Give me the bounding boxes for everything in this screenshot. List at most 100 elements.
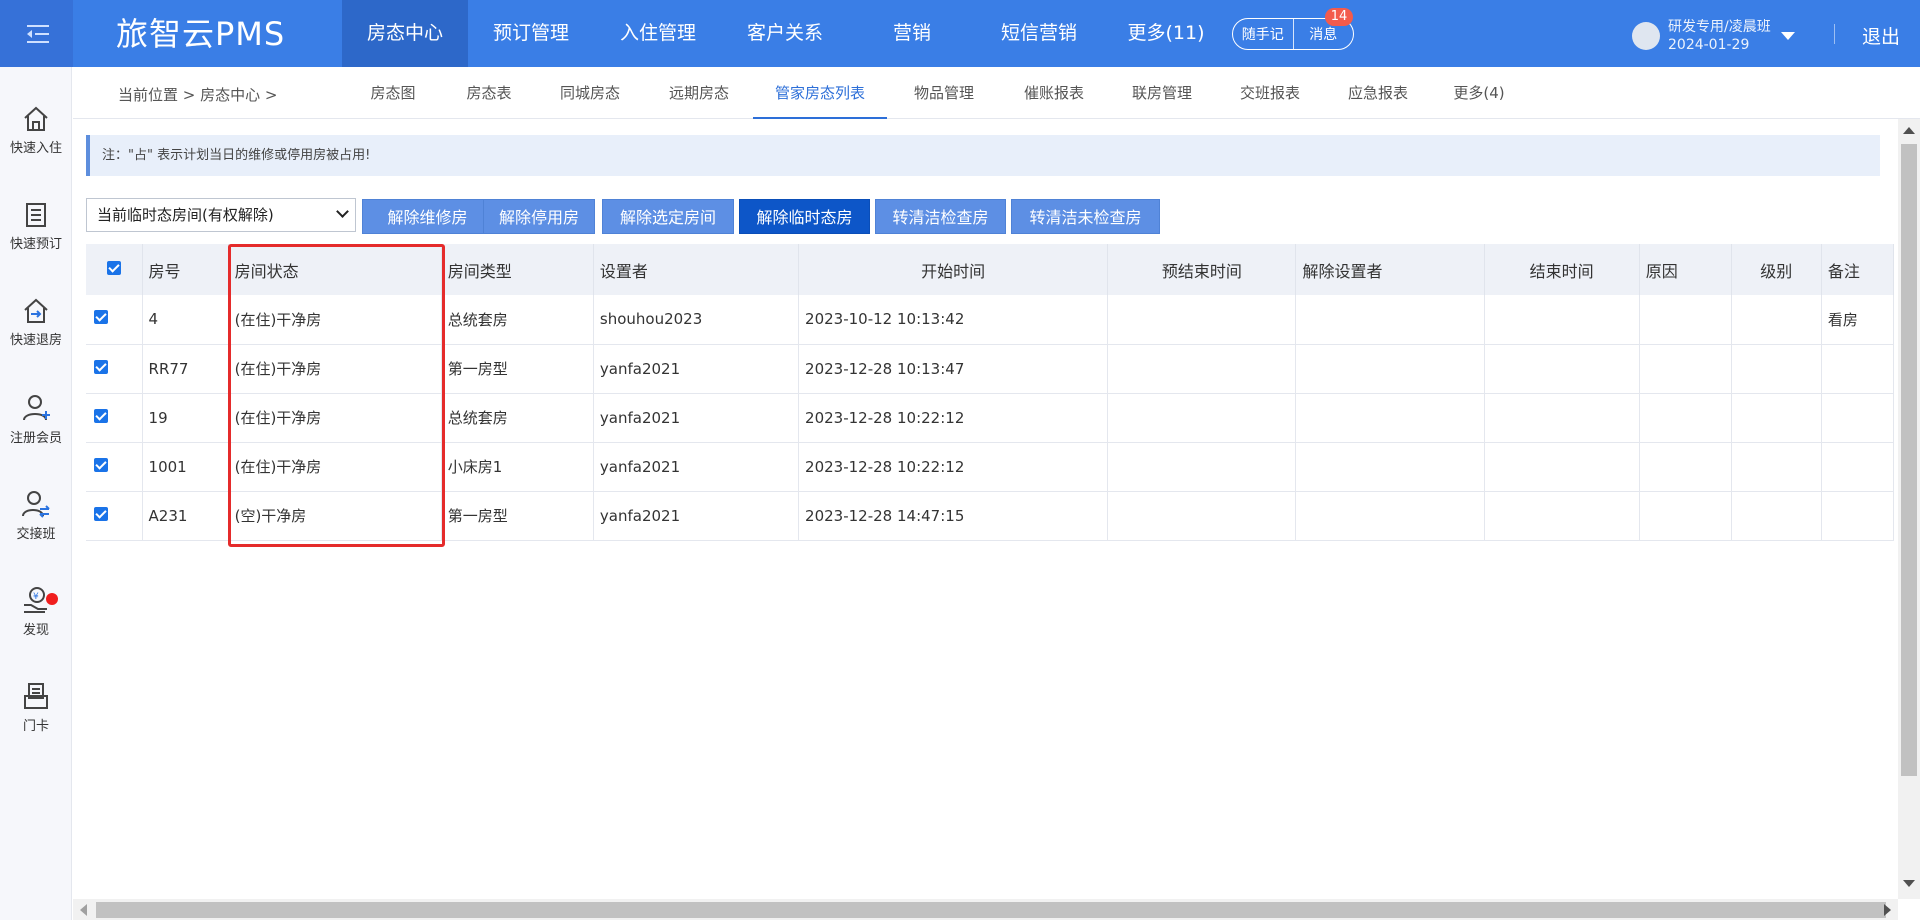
tab-emergency-report[interactable]: 应急报表	[1323, 67, 1433, 119]
notification-dot	[46, 593, 58, 605]
tab-room-map[interactable]: 房态图	[343, 67, 443, 119]
select-all-checkbox[interactable]	[106, 261, 121, 275]
row-checkbox[interactable]	[94, 457, 108, 472]
column-setter[interactable]: 设置者	[593, 244, 800, 295]
setter-cell: yanfa2021	[593, 393, 800, 443]
scroll-left-arrow-icon[interactable]	[80, 904, 87, 916]
tab-more[interactable]: 更多(4)	[1433, 67, 1525, 119]
user-swap-icon	[22, 491, 50, 518]
topbar-divider	[1834, 24, 1835, 44]
releaser-cell	[1295, 344, 1485, 394]
tab-item-management[interactable]: 物品管理	[887, 67, 1001, 119]
sidebar-item-label: 快速入住	[9, 141, 62, 156]
user-add-icon	[23, 395, 50, 421]
sidebar-item-door-card[interactable]: 门卡	[0, 681, 72, 761]
column-room-type[interactable]: 房间类型	[441, 244, 594, 295]
room-type-cell: 第一房型	[441, 491, 594, 541]
release-selected-rooms-button[interactable]: 解除选定房间	[602, 199, 734, 234]
vertical-scroll-thumb[interactable]	[1901, 144, 1917, 776]
sidebar-item-label: 交接班	[16, 527, 56, 542]
table-row[interactable]: RR77 (在住)干净房 第一房型 yanfa2021 2023-12-28 1…	[86, 344, 1895, 394]
release-maintenance-button[interactable]: 解除维修房	[362, 199, 493, 234]
svg-text:¥: ¥	[33, 592, 39, 602]
tab-shift-report[interactable]: 交班报表	[1217, 67, 1323, 119]
scroll-up-arrow-icon[interactable]	[1903, 127, 1915, 134]
logout-button[interactable]: 退出	[1862, 22, 1900, 49]
sidebar-item-label: 注册会员	[9, 431, 62, 446]
planned-end-time-cell	[1107, 344, 1297, 394]
to-clean-uninspected-button[interactable]: 转清洁未检查房	[1011, 199, 1160, 234]
top-bar: 旅智云PMS 房态中心 预订管理 入住管理 客户关系 营销 短信营销 更多(11…	[0, 0, 1920, 67]
nav-checkin[interactable]: 入住管理	[594, 0, 722, 67]
table-row[interactable]: A231 (空)干净房 第一房型 yanfa2021 2023-12-28 14…	[86, 491, 1895, 541]
release-temporary-rooms-button[interactable]: 解除临时态房	[739, 199, 870, 234]
release-disabled-button[interactable]: 解除停用房	[483, 199, 595, 234]
end-time-cell	[1484, 295, 1640, 345]
home-icon	[24, 106, 48, 131]
tab-linked-rooms[interactable]: 联房管理	[1107, 67, 1217, 119]
column-note[interactable]: 备注	[1821, 244, 1895, 295]
row-checkbox[interactable]	[94, 310, 108, 325]
column-end-time[interactable]: 结束时间	[1484, 244, 1640, 295]
menu-toggle-button[interactable]	[0, 0, 73, 67]
nav-crm[interactable]: 客户关系	[722, 0, 848, 67]
horizontal-scroll-thumb[interactable]	[96, 902, 1886, 918]
column-room-number[interactable]: 房号	[142, 244, 229, 295]
column-level[interactable]: 级别	[1731, 244, 1822, 295]
table-header-row: 房号 房间状态 房间类型 设置者 开始时间 预结束时间 解除设置者 结束时间 原…	[86, 244, 1895, 295]
room-status-table: 房号 房间状态 房间类型 设置者 开始时间 预结束时间 解除设置者 结束时间 原…	[86, 244, 1895, 541]
nav-marketing[interactable]: 营销	[848, 0, 976, 67]
sidebar-item-label: 门卡	[22, 719, 49, 734]
sidebar-item-shift-handover[interactable]: 交接班	[0, 489, 72, 569]
column-planned-end-time[interactable]: 预结束时间	[1107, 244, 1297, 295]
to-clean-inspected-button[interactable]: 转清洁检查房	[875, 199, 1006, 234]
releaser-cell	[1295, 295, 1485, 345]
room-filter-select[interactable]: 当前临时态房间(有权解除)	[86, 198, 356, 232]
tab-city-room-status[interactable]: 同城房态	[535, 67, 645, 119]
scroll-right-arrow-icon[interactable]	[1884, 904, 1891, 916]
row-checkbox-cell	[86, 344, 143, 394]
note-cell	[1821, 491, 1895, 541]
table-row[interactable]: 4 (在住)干净房 总统套房 shouhou2023 2023-10-12 10…	[86, 295, 1895, 345]
tab-future-room-status[interactable]: 远期房态	[645, 67, 753, 119]
nav-reservation[interactable]: 预订管理	[468, 0, 594, 67]
note-cell	[1821, 442, 1895, 492]
notes-button[interactable]: 随手记	[1233, 24, 1293, 44]
column-reason[interactable]: 原因	[1639, 244, 1732, 295]
room-status-cell: (在住)干净房	[228, 295, 442, 345]
sidebar-item-quick-checkout[interactable]: 快速退房	[0, 297, 72, 377]
scroll-down-arrow-icon[interactable]	[1903, 880, 1915, 887]
tab-housekeeping-list[interactable]: 管家房态列表	[753, 67, 887, 119]
sidebar-item-quick-booking[interactable]: 快速预订	[0, 201, 72, 281]
column-start-time[interactable]: 开始时间	[798, 244, 1109, 295]
column-room-status[interactable]: 房间状态	[228, 244, 442, 295]
sidebar-item-register-member[interactable]: 注册会员	[0, 393, 72, 473]
room-status-cell: (在住)干净房	[228, 442, 442, 492]
start-time-cell: 2023-12-28 14:47:15	[798, 491, 1109, 541]
table-row[interactable]: 1001 (在住)干净房 小床房1 yanfa2021 2023-12-28 1…	[86, 442, 1895, 492]
row-checkbox[interactable]	[94, 506, 108, 521]
messages-button[interactable]: 消息	[1293, 24, 1353, 44]
table-row[interactable]: 19 (在住)干净房 总统套房 yanfa2021 2023-12-28 10:…	[86, 393, 1895, 443]
row-checkbox[interactable]	[94, 408, 108, 423]
room-number-cell: A231	[142, 491, 229, 541]
start-time-cell: 2023-10-12 10:13:42	[798, 295, 1109, 345]
sidebar-item-discover[interactable]: ¥ 发现	[0, 585, 72, 665]
tab-room-table[interactable]: 房态表	[443, 67, 535, 119]
nav-sms-marketing[interactable]: 短信营销	[976, 0, 1102, 67]
nav-room-status-center[interactable]: 房态中心	[342, 0, 468, 67]
avatar	[1632, 22, 1660, 50]
nav-more[interactable]: 更多(11)	[1102, 0, 1230, 67]
room-type-cell: 小床房1	[441, 442, 594, 492]
tab-collection-report[interactable]: 催账报表	[1001, 67, 1107, 119]
column-releaser[interactable]: 解除设置者	[1295, 244, 1485, 295]
caret-down-icon	[1780, 32, 1795, 40]
breadcrumb: 当前位置 > 房态中心 >	[118, 86, 278, 104]
sidebar-item-quick-checkin[interactable]: 快速入住	[0, 105, 72, 185]
sidebar-item-label: 快速预订	[9, 237, 62, 252]
row-checkbox-cell	[86, 295, 143, 345]
reason-cell	[1639, 393, 1732, 443]
row-checkbox[interactable]	[94, 359, 108, 374]
start-time-cell: 2023-12-28 10:22:12	[798, 442, 1109, 492]
user-menu[interactable]: 研发专用/凌晨班 2024-01-29	[1632, 16, 1795, 56]
